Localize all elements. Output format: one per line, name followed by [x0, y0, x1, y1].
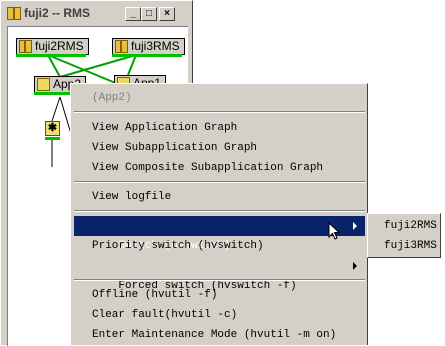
rms-app-icon: [7, 7, 21, 20]
menu-item-clear-fault[interactable]: Clear fault(hvutil -c): [74, 305, 365, 325]
minimize-button[interactable]: _: [125, 7, 141, 21]
maximize-button[interactable]: □: [141, 7, 157, 21]
window-title: fuji2 -- RMS: [24, 6, 90, 20]
menu-separator: [74, 181, 365, 183]
mouse-cursor-icon: [328, 222, 341, 240]
menu-separator: [74, 111, 365, 113]
context-menu: (App2) View Application Graph View Subap…: [70, 83, 368, 345]
submenu-arrow-icon: [353, 262, 357, 270]
app-icon: [37, 78, 50, 91]
host-icon: [115, 40, 128, 53]
menu-item-view-composite-subapplication-graph[interactable]: View Composite Subapplication Graph: [74, 158, 365, 178]
menu-item-view-subapplication-graph[interactable]: View Subapplication Graph: [74, 138, 365, 158]
menu-item-priority-switch[interactable]: Priority switch (hvswitch): [74, 236, 365, 256]
menu-item-view-application-graph[interactable]: View Application Graph: [74, 118, 365, 138]
online-indicator: [112, 54, 182, 57]
node-fuji3rms[interactable]: fuji3RMS: [112, 38, 185, 55]
menu-item-forced-switch[interactable]: Forced switch (hvswitch -f): [74, 256, 365, 292]
node-fuji2rms[interactable]: fuji2RMS: [16, 38, 89, 55]
menu-item-offline[interactable]: Offline (hvutil -f): [74, 285, 365, 305]
menu-separator: [74, 279, 365, 281]
menu-item-enter-maintenance-mode[interactable]: Enter Maintenance Mode (hvutil -m on): [74, 325, 365, 345]
menu-separator: [74, 210, 365, 212]
submenu-item-fuji2rms[interactable]: fuji2RMS: [370, 216, 438, 236]
menu-item-view-logfile[interactable]: View logfile: [74, 187, 365, 207]
online-indicator: [45, 137, 60, 140]
menu-item-switch[interactable]: Switch (hvswitch): [74, 216, 365, 252]
host-icon: [19, 40, 32, 53]
title-bar[interactable]: fuji2 -- RMS _ □ ×: [3, 3, 190, 23]
close-button[interactable]: ×: [159, 7, 175, 21]
menu-header-app2: (App2): [92, 92, 132, 104]
submenu-arrow-icon: [353, 222, 357, 230]
switch-submenu: fuji2RMS fuji3RMS: [367, 213, 441, 258]
resource-node-icon[interactable]: ✱: [45, 121, 60, 136]
submenu-item-fuji3rms[interactable]: fuji3RMS: [370, 236, 438, 256]
online-indicator: [16, 54, 86, 57]
